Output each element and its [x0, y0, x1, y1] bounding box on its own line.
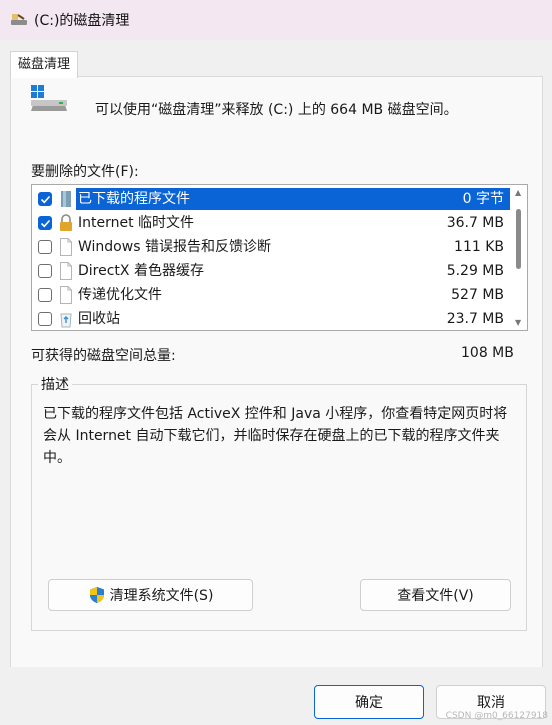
file-size: 527 MB [451, 287, 504, 303]
file-size: 111 KB [454, 239, 504, 255]
recycle-bin-icon [60, 313, 72, 328]
scroll-down-arrow-icon[interactable]: ▼ [515, 318, 521, 327]
file-name: 传递优化文件 [78, 287, 162, 303]
file-size: 23.7 MB [446, 311, 504, 327]
checkbox[interactable] [38, 312, 52, 326]
dialog-footer: 确定 取消 CSDN @m0_66127918 [0, 667, 552, 725]
clean-system-files-button[interactable]: 清理系统文件(S) [48, 579, 253, 611]
ok-button[interactable]: 确定 [314, 685, 424, 719]
list-item[interactable]: Internet 临时文件 36.7 MB [32, 211, 510, 235]
description-title: 描述 [38, 374, 72, 394]
file-name: DirectX 着色器缓存 [78, 263, 204, 279]
scroll-thumb[interactable] [516, 209, 521, 269]
files-list[interactable]: 已下载的程序文件 0 字节 Internet 临时文件 36.7 MB Wind… [31, 184, 528, 331]
file-name: 回收站 [78, 311, 120, 327]
description-text: 已下载的程序文件包括 ActiveX 控件和 Java 小程序，你查看特定网页时… [43, 406, 508, 466]
title-bar: (C:)的磁盘清理 [0, 0, 552, 40]
clean-system-files-label: 清理系统文件(S) [109, 588, 214, 604]
file-name: Internet 临时文件 [78, 215, 195, 231]
checkbox[interactable] [38, 216, 52, 230]
file-name: 已下载的程序文件 [78, 188, 196, 210]
disk-cleanup-icon [11, 14, 27, 25]
document-icon [60, 238, 72, 256]
tab-strip: 磁盘清理 [0, 40, 552, 78]
total-space-label: 可获得的磁盘空间总量: [31, 348, 176, 364]
document-icon [60, 286, 72, 304]
view-files-button[interactable]: 查看文件(V) [360, 579, 511, 611]
checkbox[interactable] [38, 288, 52, 302]
watermark: CSDN @m0_66127918 [445, 711, 548, 721]
list-item[interactable]: DirectX 着色器缓存 5.29 MB [32, 259, 510, 283]
checkbox[interactable] [38, 240, 52, 254]
list-item[interactable]: 回收站 23.7 MB [32, 307, 510, 330]
drive-icon [31, 85, 67, 111]
lock-icon [60, 214, 72, 231]
list-item[interactable]: 传递优化文件 527 MB [32, 283, 510, 307]
folder-icon [61, 191, 71, 207]
list-item[interactable]: 已下载的程序文件 0 字节 [32, 187, 510, 211]
file-name: Windows 错误报告和反馈诊断 [78, 239, 271, 255]
description-group: 描述 已下载的程序文件包括 ActiveX 控件和 Java 小程序，你查看特定… [31, 374, 527, 631]
tab-panel: 可以使用“磁盘清理”来释放 (C:) 上的 664 MB 磁盘空间。 要删除的文… [10, 76, 543, 668]
list-scrollbar[interactable]: ▲ ▼ [511, 185, 527, 330]
list-item[interactable]: Windows 错误报告和反馈诊断 111 KB [32, 235, 510, 259]
file-size: 0 字节 [410, 188, 510, 210]
summary-text: 可以使用“磁盘清理”来释放 (C:) 上的 664 MB 磁盘空间。 [95, 102, 458, 118]
files-to-delete-label: 要删除的文件(F): [31, 164, 139, 180]
scroll-up-arrow-icon[interactable]: ▲ [515, 188, 521, 197]
document-icon [60, 262, 72, 280]
total-space-value: 108 MB [461, 345, 514, 361]
file-size: 5.29 MB [446, 263, 504, 279]
uac-shield-icon [89, 587, 104, 603]
file-size: 36.7 MB [446, 215, 504, 231]
checkbox[interactable] [38, 192, 52, 206]
checkbox[interactable] [38, 264, 52, 278]
window-title: (C:)的磁盘清理 [34, 13, 130, 29]
tab-disk-cleanup[interactable]: 磁盘清理 [10, 51, 79, 78]
